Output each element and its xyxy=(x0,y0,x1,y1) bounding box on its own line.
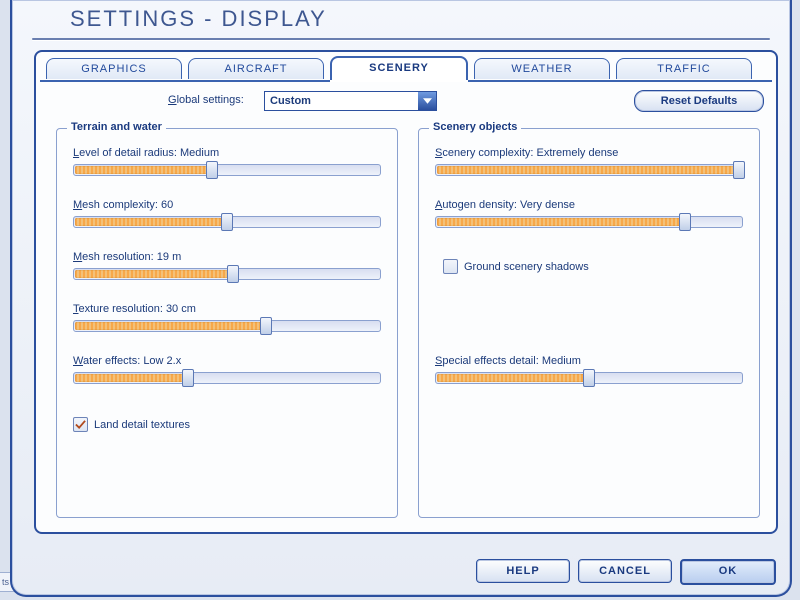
slider-track[interactable] xyxy=(73,162,381,176)
tab-weather[interactable]: WEATHER xyxy=(474,58,610,79)
global-settings-label: Global settings: xyxy=(168,94,244,106)
slider-track[interactable] xyxy=(73,318,381,332)
tab-aircraft[interactable]: AIRCRAFT xyxy=(188,58,324,79)
group-legend: Terrain and water xyxy=(67,121,166,133)
window-title: SETTINGS - DISPLAY xyxy=(70,6,327,32)
slider-label: Level of detail radius: Medium xyxy=(73,147,381,159)
slider-label: Water effects: Low 2.x xyxy=(73,355,381,367)
reset-defaults-button[interactable]: Reset Defaults xyxy=(634,90,764,112)
slider-track[interactable] xyxy=(73,370,381,384)
slider-thumb[interactable] xyxy=(182,369,194,387)
slider-label: Mesh complexity: 60 xyxy=(73,199,381,211)
slider-thumb[interactable] xyxy=(679,213,691,231)
terrain-slider-0: Level of detail radius: Medium xyxy=(73,147,381,176)
land-detail-textures-checkbox[interactable]: Land detail textures xyxy=(73,417,190,432)
footer-buttons: HELP CANCEL OK xyxy=(476,559,776,585)
scenery-slider-0: Scenery complexity: Extremely dense xyxy=(435,147,743,176)
checkbox-icon xyxy=(443,259,458,274)
chevron-down-icon xyxy=(418,92,436,110)
slider-label: Special effects detail: Medium xyxy=(435,355,743,367)
dropdown-value: Custom xyxy=(270,95,311,107)
slider-track[interactable] xyxy=(435,214,743,228)
slider-thumb[interactable] xyxy=(221,213,233,231)
slider-thumb[interactable] xyxy=(227,265,239,283)
settings-panel: GRAPHICS AIRCRAFT SCENERY WEATHER TRAFFIC Gl… xyxy=(34,50,778,534)
tab-content-scenery: Global settings: Custom Reset Defaults T… xyxy=(42,88,770,526)
global-settings-dropdown[interactable]: Custom xyxy=(264,91,437,111)
checkbox-label: Land detail textures xyxy=(94,419,190,431)
terrain-slider-1: Mesh complexity: 60 xyxy=(73,199,381,228)
slider-track[interactable] xyxy=(73,266,381,280)
slider-track[interactable] xyxy=(73,214,381,228)
terrain-water-group: Terrain and water Level of detail radius… xyxy=(56,128,398,518)
slider-label: Mesh resolution: 19 m xyxy=(73,251,381,263)
tab-bar: GRAPHICS AIRCRAFT SCENERY WEATHER TRAFFIC xyxy=(46,58,752,80)
ground-scenery-shadows-checkbox[interactable]: Ground scenery shadows xyxy=(443,259,589,274)
group-legend: Scenery objects xyxy=(429,121,521,133)
checkbox-label: Ground scenery shadows xyxy=(464,261,589,273)
terrain-slider-2: Mesh resolution: 19 m xyxy=(73,251,381,280)
scenery-slider-1: Autogen density: Very dense xyxy=(435,199,743,228)
title-divider xyxy=(32,38,770,40)
slider-label: Autogen density: Very dense xyxy=(435,199,743,211)
ok-button[interactable]: OK xyxy=(680,559,776,585)
tab-underline xyxy=(40,80,772,82)
checkbox-icon xyxy=(73,417,88,432)
special-effects-slider: Special effects detail: Medium xyxy=(435,355,743,384)
slider-thumb[interactable] xyxy=(206,161,218,179)
tab-scenery[interactable]: SCENERY xyxy=(330,56,468,80)
settings-window: SETTINGS - DISPLAY GRAPHICS AIRCRAFT SCENE… xyxy=(10,0,792,597)
tab-graphics[interactable]: GRAPHICS xyxy=(46,58,182,79)
cancel-button[interactable]: CANCEL xyxy=(578,559,672,583)
tab-traffic[interactable]: TRAFFIC xyxy=(616,58,752,79)
terrain-slider-4: Water effects: Low 2.x xyxy=(73,355,381,384)
terrain-slider-3: Texture resolution: 30 cm xyxy=(73,303,381,332)
slider-label: Scenery complexity: Extremely dense xyxy=(435,147,743,159)
help-button[interactable]: HELP xyxy=(476,559,570,583)
slider-thumb[interactable] xyxy=(733,161,745,179)
slider-label: Texture resolution: 30 cm xyxy=(73,303,381,315)
slider-track[interactable] xyxy=(435,162,743,176)
slider-thumb[interactable] xyxy=(260,317,272,335)
scenery-objects-group: Scenery objects Scenery complexity: Extr… xyxy=(418,128,760,518)
slider-track[interactable] xyxy=(435,370,743,384)
slider-thumb[interactable] xyxy=(583,369,595,387)
